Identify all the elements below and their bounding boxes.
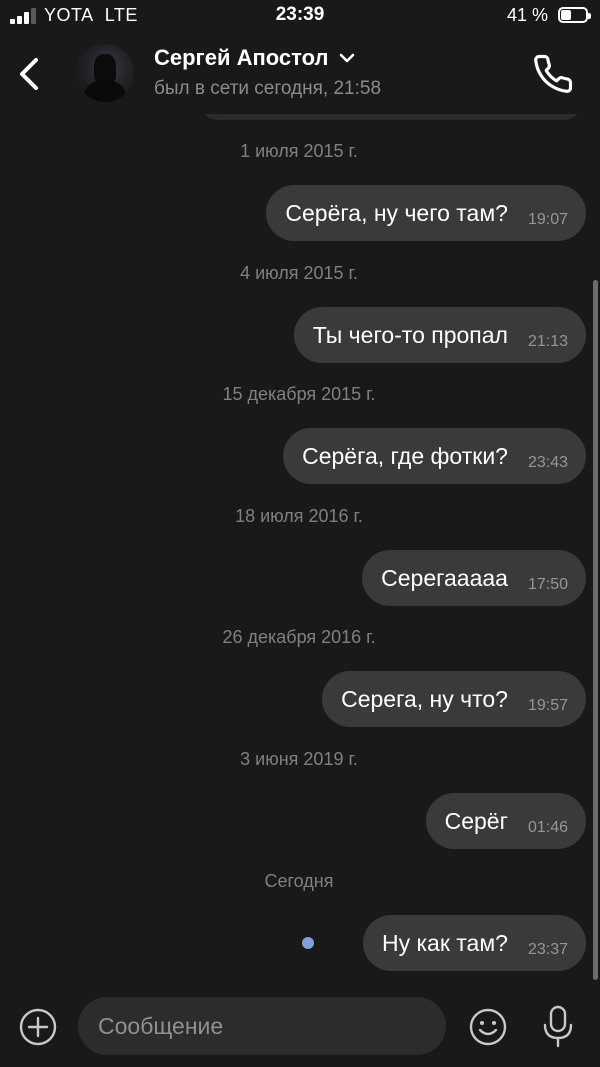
message-text: Серёга, ну чего там?	[285, 199, 508, 226]
microphone-icon	[543, 1005, 573, 1048]
last-seen-status: был в сети сегодня, 21:58	[154, 78, 382, 99]
message-time: 17:50	[527, 576, 568, 593]
message-time: 23:43	[527, 454, 568, 471]
chat-header: Сергей Апостол был в сети сегодня, 21:58	[0, 34, 600, 114]
message-text: Серегааааа	[381, 564, 508, 591]
carrier-label: YOTA LTE	[44, 5, 138, 25]
message-text: Серега, ну что?	[341, 685, 508, 712]
message-input[interactable]	[78, 997, 446, 1055]
message-bubble[interactable]: Ну как там? 23:37	[362, 915, 586, 971]
date-separator: 26 декабря 2016 г.	[222, 627, 376, 647]
signal-strength-icon	[10, 8, 36, 24]
message-time: 01:46	[527, 819, 568, 836]
message-time: 19:07	[527, 211, 568, 228]
message-text: Серёг	[444, 807, 508, 834]
message-bubble[interactable]: Серега, ну что? 19:57	[322, 671, 586, 727]
plus-circle-icon	[19, 1008, 57, 1046]
contact-name-button[interactable]: Сергей Апостол	[154, 45, 355, 71]
message-text: Ты чего-то пропал	[312, 321, 508, 348]
emoji-icon	[469, 1008, 507, 1046]
avatar[interactable]	[76, 44, 134, 102]
message-text: Ну как там?	[381, 929, 508, 956]
message-bubble[interactable]: Серёга, ну чего там? 19:07	[266, 185, 586, 241]
battery-level	[561, 10, 571, 20]
date-separator: 15 декабря 2015 г.	[222, 384, 376, 404]
date-separator: 1 июля 2015 г.	[240, 141, 358, 161]
message-bubble[interactable]: Серёг 01:46	[425, 793, 586, 849]
date-separator: 18 июля 2016 г.	[235, 506, 363, 526]
message-bubble[interactable]: Серегааааа 17:50	[362, 550, 586, 606]
message-bubble-partial[interactable]	[200, 114, 582, 120]
date-separator: 4 июля 2015 г.	[240, 263, 358, 283]
chevron-down-icon	[339, 53, 354, 63]
call-button[interactable]	[532, 53, 574, 95]
message-composer	[0, 986, 600, 1067]
message-bubble[interactable]: Серёга, где фотки? 23:43	[283, 428, 586, 484]
message-time: 19:57	[527, 697, 568, 714]
message-text: Серёга, где фотки?	[302, 442, 508, 469]
status-bar: YOTA LTE 23:39 41 %	[0, 0, 600, 34]
battery-icon	[558, 7, 591, 23]
message-bubble[interactable]: Ты чего-то пропал 21:13	[293, 307, 586, 363]
back-button[interactable]	[10, 50, 50, 98]
emoji-button[interactable]	[468, 1007, 508, 1047]
chat-screen: YOTA LTE 23:39 41 % Сергей Апостол был в…	[0, 0, 600, 1067]
contact-name: Сергей Апостол	[154, 45, 329, 70]
back-icon	[20, 58, 38, 90]
voice-message-button[interactable]	[538, 1004, 578, 1050]
attach-button[interactable]	[18, 1007, 58, 1047]
scrollbar[interactable]	[593, 280, 598, 980]
battery-percent: 41 %	[506, 5, 548, 25]
message-list[interactable]: 1 июля 2015 г. Серёга, ну чего там? 19:0…	[0, 114, 600, 986]
message-time: 21:13	[527, 333, 568, 350]
date-separator: 3 июня 2019 г.	[240, 749, 358, 769]
date-separator: Сегодня	[264, 871, 334, 891]
phone-icon	[534, 54, 573, 93]
unread-indicator	[302, 937, 314, 949]
message-time: 23:37	[527, 941, 568, 958]
